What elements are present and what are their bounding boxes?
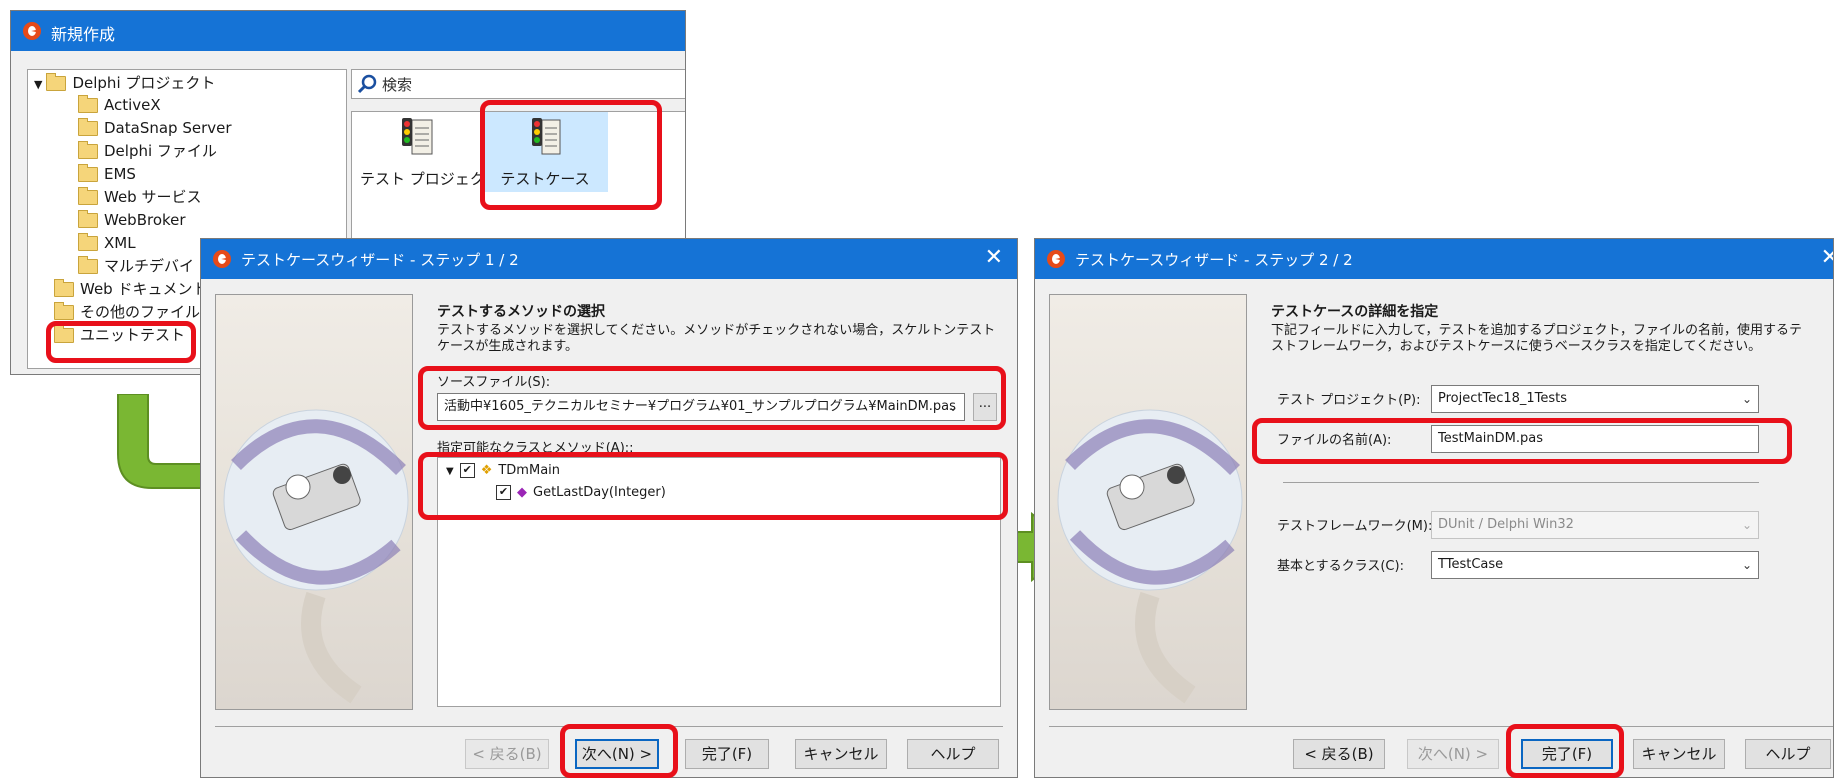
- step-description: 下記フィールドに入力して，テストを追加するプロジェクト，ファイルの名前，使用する…: [1271, 323, 1803, 354]
- search-icon: [357, 74, 377, 94]
- cancel-button[interactable]: キャンセル: [795, 739, 887, 769]
- delphi-logo-icon: [213, 250, 231, 268]
- highlight-unit-test: [46, 321, 196, 363]
- finish-button[interactable]: 完了(F): [685, 739, 769, 769]
- chevron-down-icon[interactable]: ⌄: [1742, 512, 1752, 538]
- chevron-down-icon[interactable]: ▼: [34, 78, 42, 91]
- wizard-illustration: [215, 294, 413, 710]
- step-heading: テストケースの詳細を指定: [1271, 304, 1439, 320]
- project-value: ProjectTec18_1Tests: [1438, 391, 1568, 406]
- test-project-icon: [402, 118, 433, 155]
- tree-item-other-files[interactable]: その他のファイル: [54, 301, 200, 323]
- step-heading: テストするメソッドの選択: [437, 304, 605, 320]
- delphi-logo-icon: [1047, 250, 1065, 268]
- highlight-class-tree: [418, 452, 1008, 520]
- search-box[interactable]: 検索: [351, 69, 685, 99]
- folder-icon: [78, 256, 98, 274]
- tree-item-webbroker[interactable]: WebBroker: [78, 209, 186, 231]
- help-button[interactable]: ヘルプ: [1745, 739, 1831, 769]
- baseclass-label: 基本とするクラス(C):: [1277, 559, 1404, 574]
- back-button[interactable]: < 戻る(B): [1293, 739, 1385, 769]
- framework-value: DUnit / Delphi Win32: [1438, 517, 1574, 532]
- close-icon[interactable]: ✕: [985, 245, 1003, 271]
- folder-icon: [46, 73, 67, 91]
- help-button[interactable]: ヘルプ: [907, 739, 999, 769]
- highlight-test-case: [480, 100, 662, 210]
- step-description: テストするメソッドを選択してください。メソッドがチェックされない場合，スケルトン…: [437, 323, 996, 354]
- cancel-button[interactable]: キャンセル: [1633, 739, 1725, 769]
- framework-combo[interactable]: DUnit / Delphi Win32 ⌄: [1431, 511, 1759, 539]
- field-separator: [1283, 482, 1759, 483]
- folder-icon: [54, 302, 74, 320]
- close-icon[interactable]: ✕: [1821, 245, 1833, 271]
- framework-label: テストフレームワーク(M):: [1277, 519, 1433, 534]
- folder-icon: [78, 95, 98, 113]
- highlight-source-file: [418, 366, 1006, 430]
- highlight-finish-button: [1506, 724, 1624, 778]
- folder-icon: [78, 233, 98, 251]
- folder-icon: [78, 118, 98, 136]
- baseclass-combo[interactable]: TTestCase ⌄: [1431, 551, 1759, 579]
- dialog-title: テストケースウィザード - ステップ 2 / 2: [1075, 251, 1353, 269]
- baseclass-value: TTestCase: [1438, 557, 1504, 572]
- search-input[interactable]: 検索: [382, 74, 412, 95]
- folder-icon: [78, 141, 98, 159]
- folder-icon: [78, 164, 98, 182]
- project-combo[interactable]: ProjectTec18_1Tests ⌄: [1431, 385, 1759, 413]
- item-test-project[interactable]: テスト プロジェクト: [360, 112, 500, 192]
- wizard-illustration-graphic: [1057, 409, 1243, 704]
- button-separator: [1049, 726, 1833, 727]
- chevron-down-icon[interactable]: ⌄: [1742, 552, 1752, 578]
- highlight-filename: [1252, 418, 1792, 464]
- folder-icon: [78, 187, 98, 205]
- wizard-illustration: [1049, 294, 1247, 710]
- tree-item-ems[interactable]: EMS: [78, 163, 136, 185]
- tree-item-multidevice[interactable]: マルチデバイ: [78, 255, 194, 277]
- tree-item-activex[interactable]: ActiveX: [78, 94, 161, 116]
- tree-item-web-services[interactable]: Web サービス: [78, 186, 201, 208]
- wizard-illustration-graphic: [223, 409, 409, 704]
- titlebar: テストケースウィザード - ステップ 1 / 2 ✕: [201, 239, 1017, 279]
- tree-item-xml[interactable]: XML: [78, 232, 136, 254]
- delphi-logo-icon: [23, 22, 41, 40]
- tree-item-delphi-project[interactable]: ▼ Delphi プロジェクト: [34, 72, 215, 94]
- dialog-title: 新規作成: [51, 25, 116, 44]
- wizard-step2-dialog: テストケースウィザード - ステップ 2 / 2 ✕ テストケースの詳細を指定 …: [1034, 238, 1834, 778]
- titlebar: テストケースウィザード - ステップ 2 / 2 ✕: [1035, 239, 1833, 279]
- titlebar: 新規作成: [11, 11, 685, 51]
- next-button[interactable]: 次へ(N) >: [1407, 739, 1499, 769]
- tree-item-datasnap[interactable]: DataSnap Server: [78, 117, 232, 139]
- tree-item-delphi-files[interactable]: Delphi ファイル: [78, 140, 217, 162]
- folder-icon: [78, 210, 98, 228]
- highlight-next-button: [560, 724, 678, 778]
- tree-item-web-documents[interactable]: Web ドキュメント: [54, 278, 207, 300]
- dialog-title: テストケースウィザード - ステップ 1 / 2: [241, 251, 519, 269]
- chevron-down-icon[interactable]: ⌄: [1742, 386, 1752, 412]
- back-button[interactable]: < 戻る(B): [465, 739, 549, 769]
- project-label: テスト プロジェクト(P):: [1277, 393, 1421, 408]
- item-label: テスト プロジェクト: [360, 170, 500, 188]
- folder-icon: [54, 279, 74, 297]
